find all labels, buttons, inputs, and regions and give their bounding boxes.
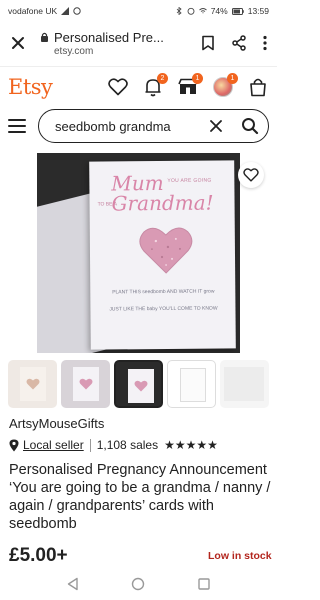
search-input[interactable]: seedbomb grandma <box>55 119 208 134</box>
more-options-icon[interactable] <box>263 35 267 51</box>
shop-manager-button[interactable]: 1 <box>177 72 203 98</box>
carrier-label: vodafone UK <box>8 6 58 16</box>
whatsapp-icon <box>73 7 81 15</box>
search-box[interactable]: seedbomb grandma <box>38 109 269 143</box>
share-icon[interactable] <box>231 35 247 51</box>
thumbnail-3-selected[interactable] <box>114 360 163 408</box>
signal-icon <box>61 7 70 15</box>
local-seller-label: Local seller <box>23 438 84 452</box>
thumbnail-1[interactable] <box>8 360 57 408</box>
search-row: seedbomb grandma <box>0 106 277 146</box>
menu-icon[interactable] <box>8 119 26 133</box>
etsy-header: Etsy 2 1 1 <box>0 66 277 106</box>
cart-button[interactable] <box>247 76 269 98</box>
thumbnail-heart-icon <box>134 380 148 392</box>
back-icon[interactable] <box>66 577 80 591</box>
profile-button[interactable]: 1 <box>212 72 238 98</box>
page-title: Personalised Pre... <box>54 29 164 45</box>
thumbnail-heart-icon <box>26 378 40 390</box>
lock-icon <box>41 32 48 42</box>
recent-apps-icon[interactable] <box>197 577 211 591</box>
search-button[interactable] <box>236 112 264 140</box>
system-navigation-bar <box>0 568 277 600</box>
home-icon[interactable] <box>131 577 145 591</box>
bookmark-icon[interactable] <box>201 35 215 51</box>
favorites-button[interactable] <box>107 76 129 98</box>
cart-icon <box>250 78 266 96</box>
url-block[interactable]: Personalised Pre... etsy.com <box>40 30 201 57</box>
product-main-image[interactable]: Mum YOU ARE GOING TO BE A Grandma! PLANT… <box>37 153 240 353</box>
location-pin-icon <box>9 439 19 451</box>
thumbnail-2[interactable] <box>61 360 110 408</box>
close-tab-icon[interactable] <box>10 35 26 51</box>
card-text-plant: PLANT THIS seedbomb AND WATCH IT grow <box>112 288 215 296</box>
search-icon <box>242 118 259 135</box>
bluetooth-icon <box>176 7 182 15</box>
local-seller-link[interactable]: Local seller <box>9 438 84 452</box>
status-bar: vodafone UK 74% 13:59 <box>0 0 277 22</box>
shop-meta-row: Local seller 1,108 sales ★★★★★ <box>9 436 269 454</box>
product-price: £5.00+ <box>9 545 68 566</box>
notification-badge: 2 <box>157 72 168 84</box>
heart-icon <box>108 77 128 95</box>
clock: 13:59 <box>247 6 269 16</box>
profile-badge: 1 <box>227 72 238 84</box>
card-text-going: YOU ARE GOING <box>167 177 212 184</box>
heart-outline-icon <box>243 168 259 182</box>
product-title: Personalised Pregnancy Announcement ‘You… <box>9 462 271 532</box>
wifi-icon <box>198 8 207 14</box>
battery-percent: 74% <box>210 6 228 16</box>
divider <box>89 438 91 452</box>
image-thumbnails <box>8 360 270 410</box>
thumbnail-5[interactable] <box>220 360 269 408</box>
page-domain: etsy.com <box>54 45 94 57</box>
add-to-favorites-button[interactable] <box>238 162 264 188</box>
thumbnail-heart-icon <box>79 378 93 390</box>
seedbomb-heart-icon <box>139 227 193 274</box>
notifications-button[interactable]: 2 <box>142 72 168 98</box>
stock-status: Low in stock <box>208 550 272 562</box>
shop-badge: 1 <box>192 72 203 84</box>
browser-toolbar: Personalised Pre... etsy.com <box>0 22 277 64</box>
star-rating[interactable]: ★★★★★ <box>164 438 218 452</box>
card-text-baby: JUST LIKE THE baby YOU'LL COME TO KNOW <box>109 305 218 313</box>
sales-count: 1,108 sales <box>96 438 159 452</box>
clear-search-icon[interactable] <box>208 118 224 134</box>
battery-icon <box>231 7 244 15</box>
greeting-card: Mum YOU ARE GOING TO BE A Grandma! PLANT… <box>89 160 236 350</box>
shop-name[interactable]: ArtsyMouseGifts <box>9 416 104 431</box>
card-text-grandma: Grandma! <box>111 190 214 216</box>
etsy-logo[interactable]: Etsy <box>8 75 53 99</box>
thumbnail-4[interactable] <box>167 360 216 408</box>
alarm-icon <box>187 7 195 15</box>
